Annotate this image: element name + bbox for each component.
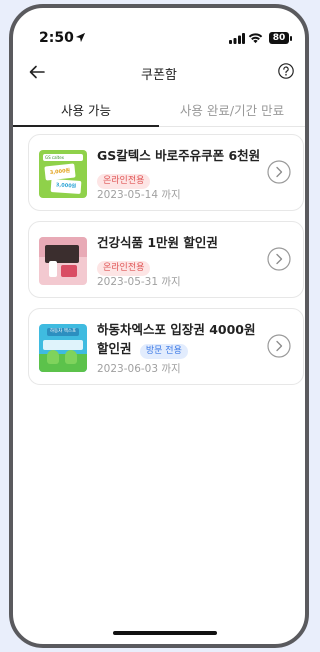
help-icon[interactable]	[277, 62, 295, 80]
coupon-card-hadong-tea-expo[interactable]: 하동차 엑스포 하동차엑스포 입장권 4000원 할인권 방문 전용 2023-…	[28, 308, 304, 385]
tab-available[interactable]: 사용 가능	[13, 100, 159, 119]
coupon-card-health-food[interactable]: 건강식품 1만원 할인권 온라인전용 2023-05-31 까지	[28, 221, 304, 298]
coupon-tabs: 사용 가능 사용 완료/기간 만료	[13, 94, 305, 127]
gs-logo-label: GS caltex	[43, 154, 83, 161]
chevron-right-circle-icon[interactable]	[267, 247, 291, 271]
expiry-date: 2023-05-31 까지	[97, 276, 181, 288]
visit-only-badge: 방문 전용	[139, 344, 188, 359]
signal-icon	[229, 33, 245, 44]
coupon-name-line2: 할인권	[97, 341, 132, 356]
wifi-icon	[248, 33, 263, 44]
expo-mascot-2	[65, 350, 77, 364]
active-tab-indicator	[13, 125, 159, 127]
coupon-name: 건강식품 1만원 할인권	[97, 235, 218, 250]
chevron-right-circle-icon[interactable]	[267, 160, 291, 184]
gs-caltex-thumbnail: GS caltex 3,000원 3,000원	[39, 150, 87, 198]
expo-mascot-1	[47, 350, 59, 364]
battery-nub	[290, 36, 292, 41]
product-pack	[61, 265, 77, 277]
status-bar: 2:50 80	[13, 30, 305, 50]
expo-title-label: 하동차 엑스포	[47, 328, 79, 336]
coupon-name: GS칼텍스 바로주유쿠폰 6천원	[97, 148, 261, 163]
health-food-thumbnail	[39, 237, 87, 285]
expiry-date: 2023-05-14 까지	[97, 189, 181, 201]
home-indicator	[113, 631, 217, 635]
tab-used-expired[interactable]: 사용 완료/기간 만료	[159, 100, 305, 119]
chevron-right-circle-icon[interactable]	[267, 334, 291, 358]
phone-screen: 2:50 80 쿠폰함 사용 가능 사용 완료/기간 만료 GS caltex …	[9, 4, 309, 648]
location-arrow-icon	[75, 32, 86, 43]
expo-ticket	[43, 340, 83, 350]
coupon-name-continued: 할인권 방문 전용	[97, 340, 188, 359]
product-bottle	[49, 261, 57, 277]
coupon-card-gs-caltex[interactable]: GS caltex 3,000원 3,000원 GS칼텍스 바로주유쿠폰 6천원…	[28, 134, 304, 211]
gs-coupon-ticket: 3,000원	[44, 163, 76, 181]
page-title: 쿠폰함	[141, 68, 177, 83]
expiry-date: 2023-06-03 까지	[97, 363, 181, 375]
coupon-name: 하동차엑스포 입장권 4000원	[97, 322, 256, 337]
app-header: 쿠폰함	[13, 60, 305, 86]
tea-expo-thumbnail: 하동차 엑스포	[39, 324, 87, 372]
gs-coupon-ticket-2: 3,000원	[50, 178, 82, 195]
battery-icon: 80	[269, 32, 289, 44]
status-time: 2:50	[39, 30, 74, 46]
